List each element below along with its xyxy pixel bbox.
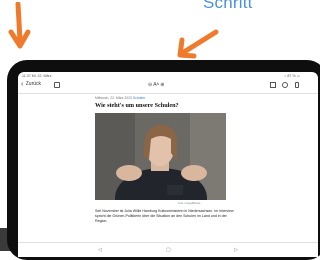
profile-icon[interactable]: [282, 82, 288, 88]
photo-illustration: [95, 113, 226, 200]
nav-home-icon[interactable]: ▢: [166, 247, 171, 253]
article-date: Mittwoch, 22. März 2023: [95, 96, 132, 100]
toolbar-divider: [18, 93, 318, 94]
status-indicators: ⌁ 87 % ▭: [284, 73, 300, 78]
bottom-navigation: ◁ ▢ ▷: [18, 242, 318, 257]
back-button[interactable]: ‹ Zurück: [21, 81, 41, 88]
font-size-controls[interactable]: ⊖ Aᴬ ⊕: [148, 82, 164, 88]
list-icon[interactable]: [54, 82, 60, 88]
nav-back-icon[interactable]: ◁: [98, 247, 102, 253]
share-icon[interactable]: [270, 82, 276, 88]
article-photo: [95, 113, 226, 200]
tablet-screen: 11:37 Mi. 22. März ⌁ 87 % ▭ ‹ Zurück ⊖ A…: [18, 72, 318, 257]
arrow-top-left: [8, 2, 31, 49]
back-label: Zurück: [25, 81, 42, 87]
article-body: Seit November ist Julia Willie Hamburg K…: [95, 209, 234, 223]
article-meta: Mittwoch, 22. März 2023 Schulen: [95, 96, 145, 100]
status-time: 11:37 Mi. 22. März: [22, 73, 52, 78]
article-tag[interactable]: Schulen: [133, 96, 145, 100]
nav-forward-icon[interactable]: ▷: [234, 247, 238, 253]
reader-toolbar: ‹ Zurück ⊖ Aᴬ ⊕: [18, 79, 318, 93]
corner-text: Schritt: [203, 0, 253, 12]
arrow-top-center: [177, 29, 219, 59]
photo-caption: Foto: Imago/Blanke: [178, 202, 201, 205]
article-headline: Wie steht's um unsere Schulen?: [95, 102, 179, 109]
bookmark-icon[interactable]: [295, 82, 299, 88]
status-bar: 11:37 Mi. 22. März ⌁ 87 % ▭: [18, 72, 318, 79]
chevron-left-icon: ‹: [21, 81, 24, 88]
